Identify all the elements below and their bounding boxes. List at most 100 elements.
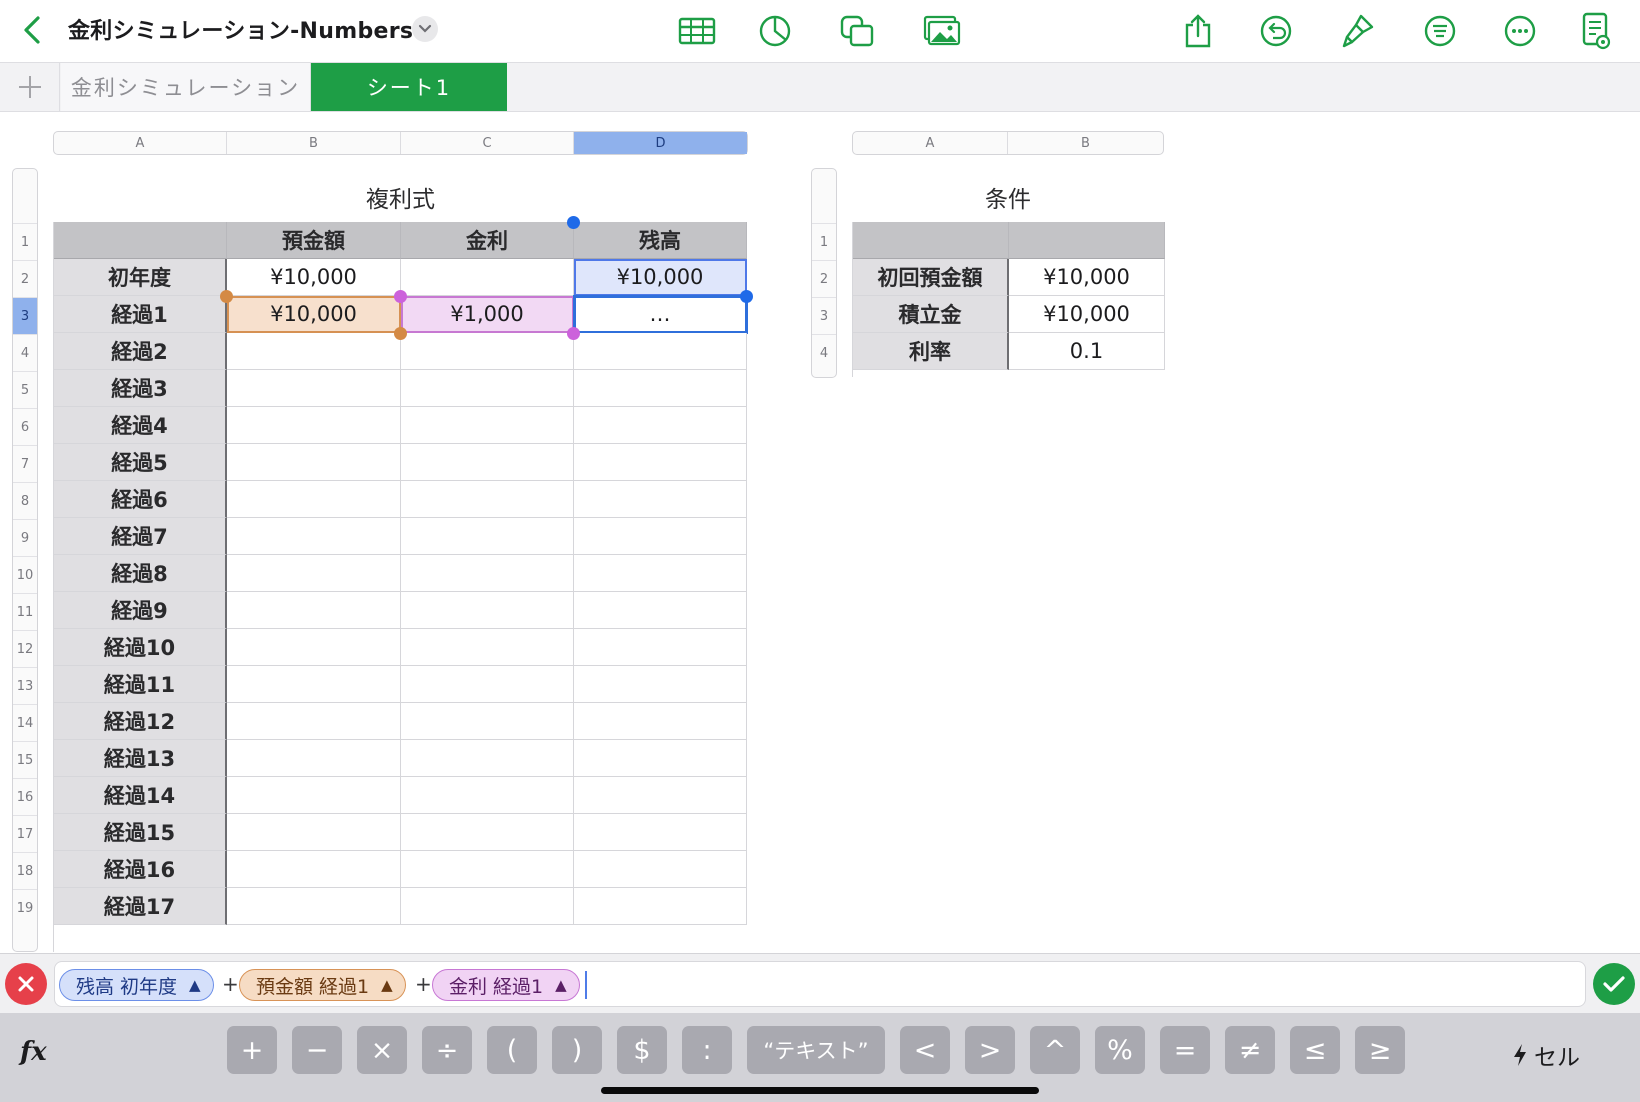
key-less-equal[interactable]: ≤ — [1290, 1026, 1340, 1074]
conditions-table-title[interactable]: 条件 — [852, 180, 1164, 214]
row-header-1[interactable]: 1 — [13, 223, 37, 260]
table-cell[interactable]: … — [573, 295, 748, 334]
row-label-cell[interactable]: 経過17 — [54, 888, 227, 925]
row-label-cell[interactable]: 積立金 — [853, 296, 1009, 333]
table-cell[interactable] — [227, 777, 401, 814]
key-caret[interactable]: ^ — [1030, 1026, 1080, 1074]
table-cell[interactable] — [401, 333, 574, 370]
table-cell[interactable]: ¥10,000 — [227, 296, 401, 333]
table-cell[interactable] — [574, 333, 747, 370]
column-header-a[interactable]: A — [54, 132, 227, 154]
reading-view-button[interactable] — [1574, 9, 1618, 53]
row-header-4[interactable]: 4 — [812, 334, 836, 371]
row-label-cell[interactable]: 経過6 — [54, 481, 227, 518]
chart-button[interactable] — [753, 9, 797, 53]
formula-token-deposit-year1[interactable]: 預金額 経過1 ▲ — [239, 969, 406, 1001]
key-multiply[interactable]: × — [357, 1026, 407, 1074]
table-header-cell[interactable] — [54, 222, 227, 259]
key-colon[interactable]: : — [682, 1026, 732, 1074]
row-header-1[interactable]: 1 — [812, 223, 836, 260]
table-cell[interactable] — [574, 888, 747, 925]
table-cell[interactable] — [401, 814, 574, 851]
row-label-cell[interactable]: 経過2 — [54, 333, 227, 370]
row-header-3[interactable]: 3 — [812, 297, 836, 334]
row-label-cell[interactable]: 経過9 — [54, 592, 227, 629]
row-header-2[interactable]: 2 — [13, 260, 37, 297]
table-cell[interactable] — [227, 740, 401, 777]
table-header-cell[interactable]: 金利 — [401, 222, 574, 259]
organize-button[interactable] — [1418, 9, 1462, 53]
row-header-14[interactable]: 14 — [13, 704, 37, 741]
row-header-7[interactable]: 7 — [13, 445, 37, 482]
tab-sheet1[interactable]: シート1 — [311, 63, 507, 111]
row-header-17[interactable]: 17 — [13, 815, 37, 852]
shapes-button[interactable] — [835, 9, 879, 53]
table-cell[interactable] — [574, 851, 747, 888]
row-header-6[interactable]: 6 — [13, 408, 37, 445]
document-title[interactable]: 金利シミュレーション-Numbers — [68, 13, 413, 45]
row-header-12[interactable]: 12 — [13, 630, 37, 667]
row-label-cell[interactable]: 経過13 — [54, 740, 227, 777]
table-header-cell[interactable]: 預金額 — [227, 222, 401, 259]
formula-token-balance-first-year[interactable]: 残高 初年度 ▲ — [59, 969, 214, 1001]
row-label-cell[interactable]: 経過16 — [54, 851, 227, 888]
row-label-cell[interactable]: 経過3 — [54, 370, 227, 407]
selection-handle-purple[interactable] — [394, 290, 407, 303]
undo-button[interactable] — [1254, 9, 1298, 53]
format-button[interactable] — [1336, 9, 1380, 53]
table-cell[interactable] — [401, 666, 574, 703]
column-header-b[interactable]: B — [1008, 132, 1163, 154]
table-cell[interactable]: 0.1 — [1009, 333, 1165, 370]
function-browser-button[interactable]: fx — [20, 1037, 47, 1067]
row-label-cell[interactable]: 経過11 — [54, 666, 227, 703]
main-table-title[interactable]: 複利式 — [53, 180, 748, 214]
key-less-than[interactable]: < — [900, 1026, 950, 1074]
table-cell[interactable] — [574, 370, 747, 407]
key-greater-than[interactable]: > — [965, 1026, 1015, 1074]
table-cell[interactable] — [227, 629, 401, 666]
table-cell[interactable] — [401, 703, 574, 740]
row-header-19[interactable]: 19 — [13, 889, 37, 926]
table-header-cell[interactable] — [853, 222, 1009, 259]
table-cell[interactable] — [401, 629, 574, 666]
key-minus[interactable]: − — [292, 1026, 342, 1074]
selection-handle-blue[interactable] — [740, 290, 753, 303]
row-label-cell[interactable]: 経過10 — [54, 629, 227, 666]
table-cell[interactable] — [401, 481, 574, 518]
row-label-cell[interactable]: 経過1 — [54, 296, 227, 333]
row-header-3[interactable]: 3 — [13, 297, 37, 334]
key-equals[interactable]: = — [1160, 1026, 1210, 1074]
tab-kinri-simulation[interactable]: 金利シミュレーション — [61, 63, 311, 111]
table-cell[interactable] — [401, 592, 574, 629]
row-header-18[interactable]: 18 — [13, 852, 37, 889]
cancel-formula-button[interactable] — [5, 963, 47, 1005]
table-cell[interactable]: ¥10,000 — [1009, 296, 1165, 333]
table-cell[interactable] — [227, 851, 401, 888]
accept-formula-button[interactable] — [1593, 963, 1635, 1005]
selection-handle-purple[interactable] — [567, 327, 580, 340]
key-not-equal[interactable]: ≠ — [1225, 1026, 1275, 1074]
row-header-4[interactable]: 4 — [13, 334, 37, 371]
table-cell[interactable] — [574, 555, 747, 592]
table-cell[interactable] — [227, 592, 401, 629]
row-label-cell[interactable]: 経過7 — [54, 518, 227, 555]
add-sheet-button[interactable] — [0, 63, 60, 111]
share-button[interactable] — [1176, 9, 1220, 53]
table-cell[interactable] — [574, 777, 747, 814]
column-header-c[interactable]: C — [401, 132, 574, 154]
table-cell[interactable] — [227, 703, 401, 740]
table-cell[interactable] — [401, 777, 574, 814]
table-cell[interactable] — [574, 407, 747, 444]
table-cell[interactable] — [574, 481, 747, 518]
row-label-cell[interactable]: 経過5 — [54, 444, 227, 481]
table-cell[interactable]: ¥10,000 — [574, 259, 747, 296]
column-header-a[interactable]: A — [853, 132, 1008, 154]
table-cell[interactable] — [227, 888, 401, 925]
table-cell[interactable] — [401, 444, 574, 481]
row-header-13[interactable]: 13 — [13, 667, 37, 704]
table-cell[interactable] — [227, 407, 401, 444]
table-cell[interactable] — [227, 370, 401, 407]
table-cell[interactable] — [401, 851, 574, 888]
key-greater-equal[interactable]: ≥ — [1355, 1026, 1405, 1074]
table-cell[interactable] — [227, 555, 401, 592]
